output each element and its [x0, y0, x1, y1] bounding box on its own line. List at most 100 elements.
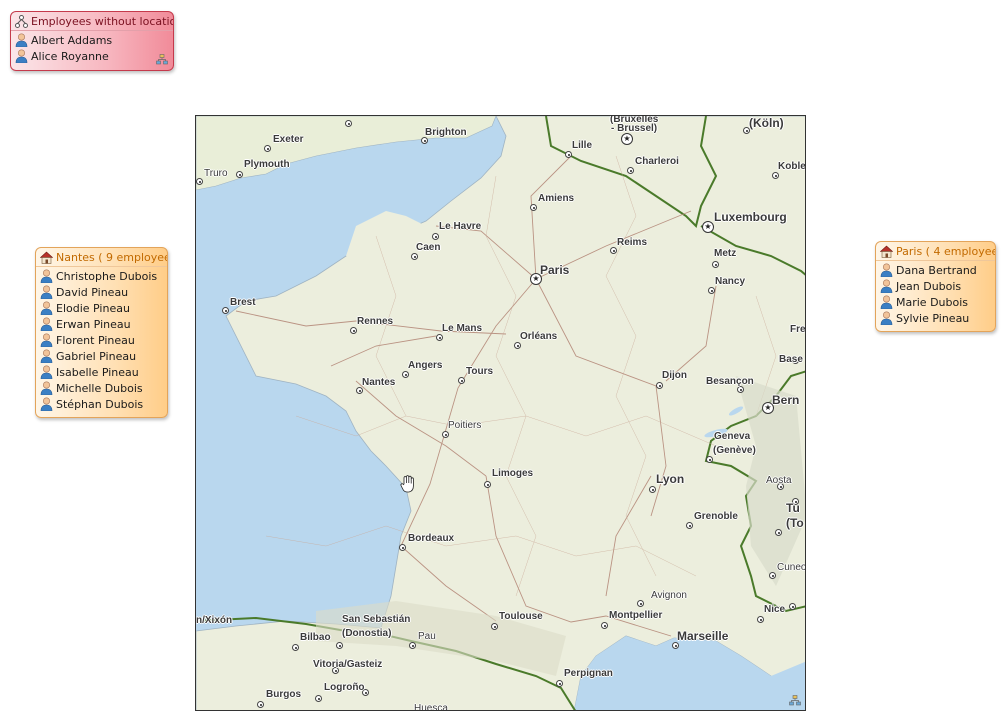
- employee-name: Stéphan Dubois: [56, 397, 144, 411]
- employee-name: Florent Pineau: [56, 333, 135, 347]
- map-label: - Brussel): [611, 123, 658, 134]
- france-map[interactable]: ★ ★ ★ ★ (Bruxelles - Brussel) (Köln) Bri…: [195, 115, 806, 711]
- employee-name: Erwan Pineau: [56, 317, 131, 331]
- city-marker: [436, 334, 443, 341]
- employee-row[interactable]: David Pineau: [40, 284, 163, 300]
- map-label: Truro: [204, 168, 228, 179]
- city-marker: [556, 680, 563, 687]
- city-marker: [336, 642, 343, 649]
- map-label: Limoges: [492, 468, 534, 479]
- city-marker: [686, 522, 693, 529]
- person-icon: [15, 33, 28, 47]
- map-label: Avignon: [651, 590, 687, 601]
- map-label: Amiens: [538, 193, 575, 204]
- city-marker: [656, 382, 663, 389]
- employee-row[interactable]: Isabelle Pineau: [40, 364, 163, 380]
- map-label: Geneva: [714, 431, 751, 442]
- city-marker: [514, 342, 521, 349]
- nantes-location-card[interactable]: Nantes ( 9 employees) Christophe Dubois D…: [35, 247, 168, 418]
- city-marker: [356, 387, 363, 394]
- org-chart-icon[interactable]: [156, 54, 168, 65]
- employee-name: Michelle Dubois: [56, 381, 143, 395]
- hand-cursor-icon: [400, 475, 414, 493]
- house-icon: [40, 251, 53, 264]
- employee-name: Sylvie Pineau: [896, 311, 970, 325]
- employee-name: Gabriel Pineau: [56, 349, 137, 363]
- city-marker: [565, 151, 572, 158]
- city-marker: [491, 623, 498, 630]
- map-label: Nice: [764, 604, 786, 615]
- employee-row[interactable]: Erwan Pineau: [40, 316, 163, 332]
- city-marker: [708, 287, 715, 294]
- employee-name: Christophe Dubois: [56, 269, 158, 283]
- map-label: San Sebastián: [342, 614, 411, 625]
- city-marker: [649, 486, 656, 493]
- city-marker: [610, 247, 617, 254]
- employee-row[interactable]: Sylvie Pineau: [880, 310, 991, 326]
- employee-row[interactable]: Jean Dubois: [880, 278, 991, 294]
- city-marker: [789, 603, 796, 610]
- employee-row[interactable]: Alice Royanne: [15, 48, 169, 64]
- employee-name: Jean Dubois: [896, 279, 962, 293]
- map-label: Pau: [418, 631, 436, 642]
- city-marker: [712, 261, 719, 268]
- map-label: Logroño: [324, 682, 365, 693]
- city-marker: [421, 137, 428, 144]
- city-marker: [432, 233, 439, 240]
- map-label: Nancy: [715, 276, 746, 287]
- map-label: Koble: [778, 161, 806, 172]
- map-label: Base: [779, 354, 803, 365]
- map-label: Brest: [230, 297, 256, 308]
- person-icon: [40, 397, 53, 411]
- paris-card-header: Paris ( 4 employees): [876, 242, 995, 261]
- nantes-card-title: Nantes ( 9 employees): [56, 250, 167, 264]
- city-marker: [264, 145, 271, 152]
- map-label: Lille: [572, 140, 593, 151]
- map-label: Huesca: [414, 703, 448, 711]
- city-marker: [757, 616, 764, 623]
- city-marker: [772, 172, 779, 179]
- employee-row[interactable]: Michelle Dubois: [40, 380, 163, 396]
- employee-row[interactable]: Florent Pineau: [40, 332, 163, 348]
- map-label: Rennes: [357, 316, 394, 327]
- person-icon: [880, 263, 893, 277]
- person-icon: [40, 285, 53, 299]
- city-marker: [601, 622, 608, 629]
- capital-marker-icon: ★: [621, 133, 633, 145]
- employee-row[interactable]: Dana Bertrand: [880, 262, 991, 278]
- person-icon: [40, 269, 53, 283]
- map-label: Tu: [786, 501, 800, 515]
- map-label: Paris: [540, 263, 570, 277]
- map-label: Bern: [772, 393, 800, 407]
- employee-row[interactable]: Gabriel Pineau: [40, 348, 163, 364]
- map-label: Dijon: [662, 370, 687, 381]
- employee-name: Albert Addams: [31, 33, 113, 47]
- no-location-card-title: Employees without location: [31, 14, 173, 28]
- map-label: Nantes: [362, 377, 396, 388]
- map-label: Poitiers: [448, 420, 482, 431]
- map-label: Lyon: [656, 472, 685, 486]
- org-chart-icon[interactable]: [789, 695, 801, 706]
- city-marker: [399, 544, 406, 551]
- map-label: Orléans: [520, 331, 558, 342]
- employee-row[interactable]: Marie Dubois: [880, 294, 991, 310]
- employee-row[interactable]: Albert Addams: [15, 32, 169, 48]
- map-label: Caen: [416, 242, 441, 253]
- map-label: (Köln): [749, 116, 784, 130]
- person-icon: [40, 381, 53, 395]
- employee-row[interactable]: Christophe Dubois: [40, 268, 163, 284]
- city-marker: [458, 377, 465, 384]
- employee-name: Dana Bertrand: [896, 263, 977, 277]
- nantes-card-header: Nantes ( 9 employees): [36, 248, 167, 267]
- employee-row[interactable]: Elodie Pineau: [40, 300, 163, 316]
- map-label: (To: [786, 516, 804, 530]
- employee-row[interactable]: Stéphan Dubois: [40, 396, 163, 412]
- employees-without-location-card[interactable]: Employees without location Albert Addams…: [10, 11, 174, 71]
- map-label: Luxembourg: [714, 210, 787, 224]
- paris-location-card[interactable]: Paris ( 4 employees) Dana Bertrand Jean D…: [875, 241, 996, 332]
- city-marker: [769, 572, 776, 579]
- map-label: Perpignan: [564, 668, 613, 679]
- map-label: Marseille: [677, 629, 729, 643]
- city-marker: [402, 371, 409, 378]
- city-marker: [257, 701, 264, 708]
